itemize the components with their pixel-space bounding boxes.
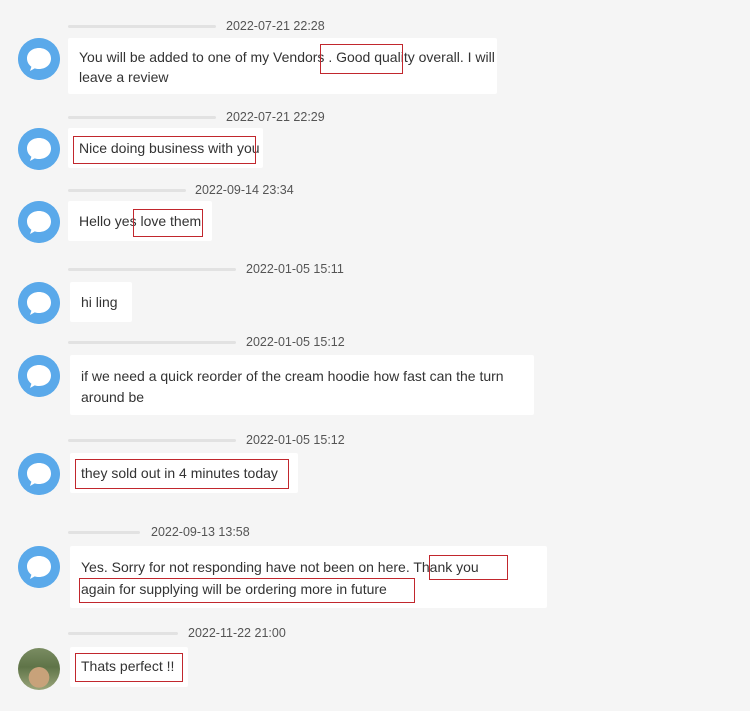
avatar	[18, 546, 60, 588]
message-bubble: hi ling	[70, 282, 132, 322]
avatar	[18, 201, 60, 243]
message-timestamp: 2022-07-21 22:29	[226, 110, 325, 124]
avatar	[18, 453, 60, 495]
message-bubble: Thats perfect !!	[70, 647, 188, 687]
message-line: Thats perfect !!	[81, 658, 175, 674]
chat-bubble-avatar-icon	[18, 546, 60, 588]
message-line: if we need a quick reorder of the cream …	[81, 368, 504, 384]
chat-bubble-avatar-icon	[18, 128, 60, 170]
chat-bubble-avatar-icon	[18, 282, 60, 324]
chat-bubble-avatar-icon	[18, 201, 60, 243]
message-bubble: they sold out in 4 minutes today	[70, 453, 298, 493]
message-bubble: Nice doing business with you	[68, 128, 263, 168]
message-timestamp: 2022-07-21 22:28	[226, 19, 325, 33]
message-line: around be	[81, 389, 145, 405]
message-timestamp: 2022-09-14 23:34	[195, 183, 294, 197]
message-line: Hello yes love them	[79, 213, 202, 229]
message-bubble: Yes. Sorry for not responding have not b…	[70, 546, 547, 608]
message-bubble: You will be added to one of my Vendors .…	[68, 38, 497, 94]
message-line: they sold out in 4 minutes today	[81, 465, 278, 481]
avatar	[18, 128, 60, 170]
message-timestamp: 2022-01-05 15:12	[246, 433, 345, 447]
message-bubble: if we need a quick reorder of the cream …	[70, 355, 534, 415]
message-timestamp: 2022-11-22 21:00	[188, 626, 286, 640]
message-timestamp: 2022-09-13 13:58	[151, 525, 250, 539]
message-timestamp: 2022-01-05 15:11	[246, 262, 344, 276]
message-line: leave a review	[79, 69, 169, 85]
message-timestamp: 2022-01-05 15:12	[246, 335, 345, 349]
message-line: Yes. Sorry for not responding have not b…	[81, 559, 479, 575]
avatar	[18, 355, 60, 397]
avatar	[18, 282, 60, 324]
chat-bubble-avatar-icon	[18, 355, 60, 397]
chat-bubble-avatar-icon	[18, 38, 60, 80]
message-bubble: Hello yes love them	[68, 201, 212, 241]
message-line: again for supplying will be ordering mor…	[81, 581, 387, 597]
user-photo-avatar	[18, 648, 60, 690]
message-line: You will be added to one of my Vendors .…	[79, 49, 495, 65]
message-line: hi ling	[81, 294, 118, 310]
avatar	[18, 38, 60, 80]
message-line: Nice doing business with you	[79, 140, 260, 156]
chat-bubble-avatar-icon	[18, 453, 60, 495]
